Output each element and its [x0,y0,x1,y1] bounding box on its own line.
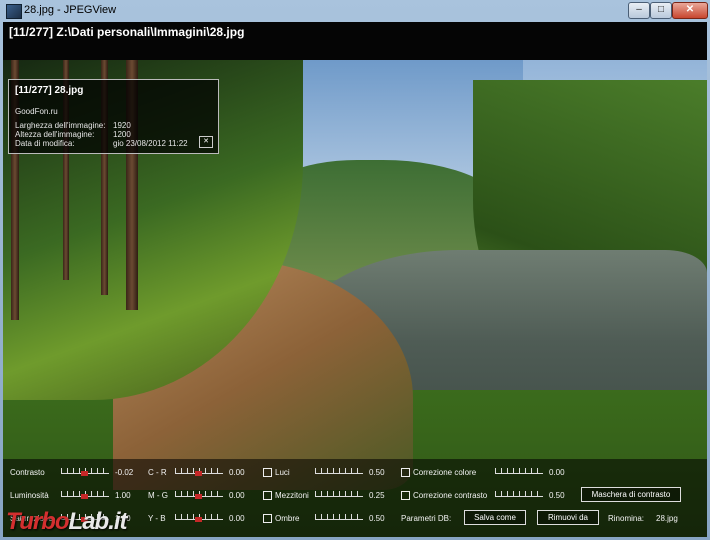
color-correction-slider[interactable] [495,465,543,474]
db-params-label: Parametri DB: [401,514,452,523]
file-path-bar: [11/277] Z:\Dati personali\Immagini\28.j… [3,22,707,60]
slider-thumb[interactable] [195,494,202,499]
highlights-label: Luci [275,468,290,477]
image-viewport[interactable]: [11/277] Z:\Dati personali\Immagini\28.j… [3,22,707,537]
midtones-label: Mezzitoni [275,491,309,500]
contrast-label: Contrasto [10,468,45,477]
slider-thumb[interactable] [195,471,202,476]
shadows-value: 0.50 [369,514,385,523]
magenta-green-value: 0.00 [229,491,245,500]
close-button[interactable]: ✕ [672,2,708,19]
window-title: 28.jpg - JPEGView [24,4,117,16]
shadows-label: Ombre [275,514,300,523]
info-width-value: 1920 [113,121,131,130]
contrast-correction-checkbox[interactable] [401,491,410,500]
rename-value: 28.jpg [656,514,678,523]
contrast-slider[interactable] [61,465,109,476]
save-as-button[interactable]: Salva come [464,510,526,525]
highlights-value: 0.50 [369,468,385,477]
file-path-text: [11/277] Z:\Dati personali\Immagini\28.j… [9,25,245,39]
highlights-checkbox[interactable] [263,468,272,477]
watermark-part-turbo: Turbo [6,508,70,535]
brightness-value: 1.00 [115,491,131,500]
contrast-value: -0.02 [115,468,134,477]
contrast-correction-value: 0.50 [549,491,565,500]
slider-thumb[interactable] [81,471,88,476]
slider-thumb[interactable] [195,517,202,522]
info-date-label: Data di modifica: [15,139,75,148]
slider-thumb[interactable] [81,494,88,499]
info-source: GoodFon.ru [15,107,58,116]
cyan-red-value: 0.00 [229,468,245,477]
contrast-correction-slider[interactable] [495,488,543,497]
yellow-blue-value: 0.00 [229,514,245,523]
title-bar[interactable]: 28.jpg - JPEGView – □ ✕ [0,0,710,22]
cyan-red-slider[interactable] [175,465,223,476]
maximize-button[interactable]: □ [650,2,672,19]
image-info-overlay: [11/277] 28.jpg GoodFon.ru Larghezza del… [8,79,219,154]
color-correction-value: 0.00 [549,468,565,477]
info-height-label: Altezza dell'immagine: [15,130,95,139]
contrast-correction-label: Correzione contrasto [413,491,488,500]
shadows-slider[interactable] [315,511,363,520]
yellow-blue-label: Y - B [148,514,166,523]
jpegview-app-icon[interactable] [6,4,22,19]
magenta-green-slider[interactable] [175,488,223,499]
color-correction-label: Correzione colore [413,468,477,477]
color-correction-checkbox[interactable] [401,468,410,477]
midtones-checkbox[interactable] [263,491,272,500]
brightness-label: Luminosità [10,491,49,500]
highlights-slider[interactable] [315,465,363,474]
minimize-button[interactable]: – [628,2,650,19]
rename-label: Rinomina: [608,514,645,523]
remove-from-button[interactable]: Rimuovi da [537,510,599,525]
info-date-value: gio 23/08/2012 11:22 [113,139,188,148]
info-width-label: Larghezza dell'immagine: [15,121,106,130]
info-close-icon[interactable]: ✕ [199,136,213,148]
magenta-green-label: M - G [148,491,168,500]
midtones-value: 0.25 [369,491,385,500]
watermark-part-lab: Lab.it [68,508,128,535]
brightness-slider[interactable] [61,488,109,499]
info-title: [11/277] 28.jpg [15,85,84,96]
yellow-blue-slider[interactable] [175,511,223,522]
window-frame: 28.jpg - JPEGView – □ ✕ [11/277] Z:\Dati… [0,0,710,540]
info-height-value: 1200 [113,130,131,139]
turbolab-watermark: TurboLab.it [6,508,128,536]
contrast-mask-button[interactable]: Maschera di contrasto [581,487,681,502]
shadows-checkbox[interactable] [263,514,272,523]
cyan-red-label: C - R [148,468,167,477]
midtones-slider[interactable] [315,488,363,497]
